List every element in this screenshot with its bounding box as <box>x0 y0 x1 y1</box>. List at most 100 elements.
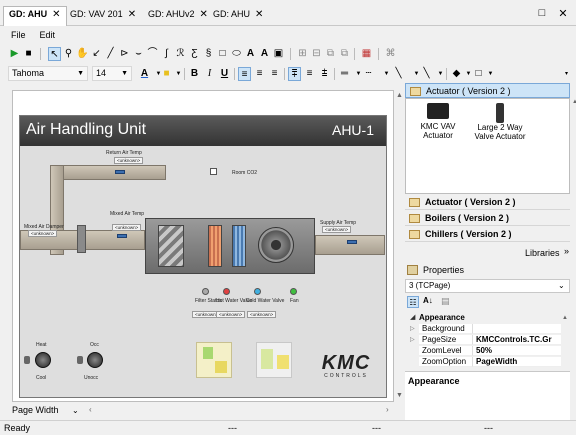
mixed-air-temp-value[interactable]: <unknown> <box>112 224 142 231</box>
room-co2-sensor-icon[interactable] <box>210 168 217 175</box>
polyline-icon[interactable]: ⊳ <box>118 47 131 61</box>
spiral-icon[interactable]: § <box>202 47 215 61</box>
text-style-icon[interactable]: A <box>258 47 271 61</box>
library-section-chillers[interactable]: Chillers ( Version 2 ) <box>405 227 570 242</box>
close-window-icon[interactable]: ✕ <box>556 7 570 20</box>
rectangle-icon[interactable]: □ <box>216 47 229 61</box>
arrow-end-icon[interactable]: ╲ <box>420 67 433 81</box>
expand-icon[interactable]: ▷ <box>410 324 415 334</box>
text-icon[interactable]: A <box>244 47 257 61</box>
align-right-icon[interactable]: ≡ <box>268 67 281 81</box>
scroll-right-icon[interactable]: › <box>386 405 389 414</box>
bezier-icon[interactable]: ℛ <box>174 47 187 61</box>
arrow-line-icon[interactable]: ↙ <box>90 47 103 61</box>
underline-icon[interactable]: U <box>218 67 231 81</box>
menu-edit[interactable]: Edit <box>40 30 56 40</box>
close-icon[interactable]: ✕ <box>52 9 60 20</box>
expand-icon[interactable]: ▷ <box>410 335 415 345</box>
line-weight-icon[interactable]: ═ <box>338 67 351 81</box>
sort-alpha-icon[interactable]: A↓ <box>423 296 433 305</box>
toolbar-overflow-icon[interactable]: ▾ <box>560 67 573 81</box>
chevron-right-double-icon[interactable]: » <box>564 246 569 256</box>
valign-top-icon[interactable]: ⩱ <box>288 67 301 81</box>
hot-water-valve-value[interactable]: <unknown> <box>216 311 246 318</box>
scroll-up-icon[interactable]: ▲ <box>562 313 568 323</box>
italic-icon[interactable]: I <box>203 67 216 81</box>
object-select[interactable]: 3 (TCPage) ⌄ <box>405 279 570 293</box>
canvas-horizontal-scrollbar[interactable]: ‹ › <box>88 405 394 416</box>
library-section-boilers[interactable]: Boilers ( Version 2 ) <box>405 211 570 226</box>
property-group-appearance[interactable]: ◢ Appearance ▲ <box>405 313 570 323</box>
supply-air-sensor-icon[interactable] <box>347 240 357 244</box>
group-icon[interactable]: ⊞ <box>296 47 309 61</box>
gallery-header[interactable]: Actuator ( Version 2 ) <box>405 83 570 98</box>
occ-unocc-switch-icon[interactable] <box>87 352 103 368</box>
floor-plan-thumbnail-icon[interactable] <box>196 342 232 378</box>
collapse-icon[interactable]: ◢ <box>410 313 415 323</box>
tab-gd-ahu[interactable]: GD: AHU ✕ <box>3 6 67 26</box>
valign-middle-icon[interactable]: ≡ <box>303 67 316 81</box>
return-air-temp-value[interactable]: <unknown> <box>114 157 144 164</box>
heat-cool-switch-icon[interactable] <box>35 352 51 368</box>
close-icon[interactable]: ✕ <box>128 9 136 20</box>
send-back-icon[interactable]: ⧉ <box>338 47 351 61</box>
scroll-up-icon[interactable]: ▲ <box>572 99 576 105</box>
tab-gd-ahuv2[interactable]: GD: AHUv2 ✕ <box>148 7 208 23</box>
zoom-mode-select[interactable]: Page Width ⌄ <box>12 405 84 416</box>
font-size-select[interactable]: 14 ▼ <box>92 66 132 81</box>
maximize-icon[interactable]: □ <box>535 7 549 19</box>
ungroup-icon[interactable]: ⊟ <box>310 47 323 61</box>
pan-hand-icon[interactable]: ✋ <box>76 47 89 61</box>
close-icon[interactable]: ✕ <box>255 9 263 20</box>
scroll-down-icon[interactable]: ▼ <box>396 392 403 399</box>
arc-icon[interactable]: ⌒ <box>146 47 159 61</box>
property-pages-icon[interactable]: ▤ <box>441 296 450 307</box>
mixed-air-sensor-icon[interactable] <box>117 234 127 238</box>
close-icon[interactable]: ✕ <box>200 9 208 20</box>
property-row[interactable]: ▷ Background <box>405 324 570 334</box>
snap-icon[interactable]: ⌘ <box>384 47 397 61</box>
categorized-icon[interactable]: ☷ <box>407 296 419 308</box>
image-icon[interactable]: ▣ <box>272 47 285 61</box>
cold-water-valve-value[interactable]: <unknown> <box>247 311 277 318</box>
ahu-graphic-page[interactable]: Air Handling Unit AHU-1 Return Air Temp … <box>19 115 387 398</box>
font-color-icon[interactable]: A <box>138 67 151 81</box>
tab-gd-vav-201[interactable]: GD: VAV 201 ✕ <box>70 7 136 23</box>
return-air-sensor-icon[interactable] <box>115 170 125 174</box>
property-row[interactable]: ZoomOption PageWidth <box>405 357 570 367</box>
scroll-up-icon[interactable]: ▲ <box>396 92 403 99</box>
drawing-canvas[interactable]: Air Handling Unit AHU-1 Return Air Temp … <box>12 90 394 402</box>
equipment-thumbnail-icon[interactable] <box>256 342 292 378</box>
bold-icon[interactable]: B <box>188 67 201 81</box>
line-icon[interactable]: ╱ <box>104 47 117 61</box>
curve-icon[interactable]: ⌣ <box>132 47 145 61</box>
grid-icon[interactable]: ▦ <box>360 47 373 61</box>
property-row[interactable]: ZoomLevel 50% <box>405 346 570 356</box>
mixed-air-damper-icon[interactable] <box>77 225 86 253</box>
zoom-icon[interactable]: ⚲ <box>62 47 75 61</box>
chevron-down-icon[interactable]: ▼ <box>484 67 497 81</box>
line-end-icon[interactable]: ╲ <box>392 67 405 81</box>
pointer-icon[interactable]: ↖ <box>48 47 61 61</box>
align-center-icon[interactable]: ≡ <box>253 67 266 81</box>
wave-icon[interactable]: Ƹ <box>188 47 201 61</box>
supply-air-temp-value[interactable]: <unknown> <box>322 226 352 233</box>
library-section-actuator[interactable]: Actuator ( Version 2 ) <box>405 195 570 210</box>
align-left-icon[interactable]: ≡ <box>238 67 251 81</box>
scroll-left-icon[interactable]: ‹ <box>89 405 92 414</box>
font-family-select[interactable]: Tahoma ▼ <box>8 66 88 81</box>
gallery-item-kmc-vav-actuator[interactable]: KMC VAV Actuator <box>416 103 460 140</box>
ellipse-icon[interactable]: ⬭ <box>230 47 243 61</box>
property-row[interactable]: ▷ PageSize KMCControls.TC.Gr <box>405 335 570 345</box>
line-style-icon[interactable]: ┄ <box>362 67 375 81</box>
valign-bottom-icon[interactable]: ⩲ <box>318 67 331 81</box>
gallery-item-large-valve-actuator[interactable]: Large 2 Way Valve Actuator <box>472 103 528 141</box>
bring-front-icon[interactable]: ⧉ <box>324 47 337 61</box>
run-icon[interactable]: ▶ <box>8 47 21 61</box>
canvas-vertical-scrollbar[interactable]: ▲ ▼ <box>394 90 405 406</box>
freehand-icon[interactable]: ∫ <box>160 47 173 61</box>
menu-file[interactable]: File <box>11 30 26 40</box>
tab-gd-ahu-2[interactable]: GD: AHU ✕ <box>213 7 263 23</box>
mixed-air-damper-value[interactable]: <unknown> <box>28 230 58 237</box>
stop-icon[interactable]: ■ <box>22 47 35 61</box>
